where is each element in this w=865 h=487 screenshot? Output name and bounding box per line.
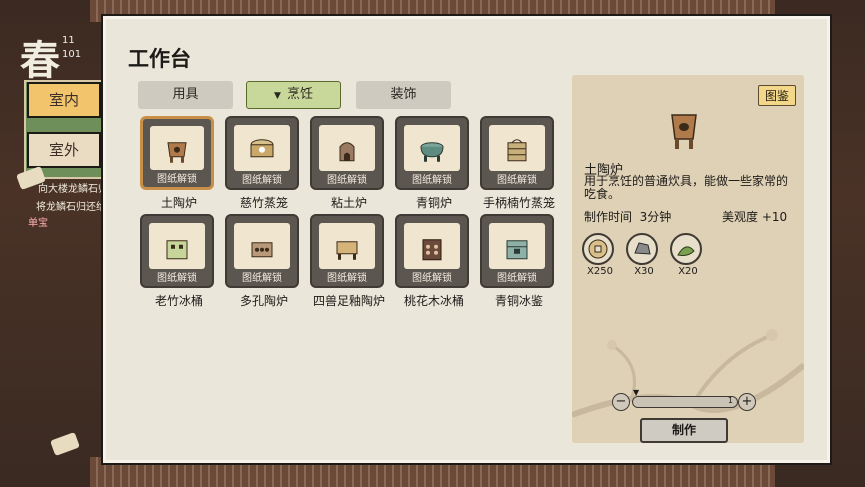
quest-line: 将龙鳞石归还给: [36, 202, 106, 213]
item-card[interactable]: 图纸解锁: [480, 214, 554, 288]
blueprint-caption: 图纸解锁: [412, 273, 452, 284]
quest-tag: 单宝: [28, 218, 48, 229]
bamboo-ice-bucket-icon: [166, 240, 188, 260]
material-herb[interactable]: X20: [670, 233, 706, 277]
item-name: 多孔陶炉: [239, 294, 288, 308]
location-outdoor-button[interactable]: 室外: [27, 132, 101, 168]
quantity-slider[interactable]: 1: [632, 396, 738, 408]
item-name: 手柄楠竹蒸笼: [482, 196, 555, 210]
item-porous-stove[interactable]: 图纸解锁 多孔陶炉: [225, 214, 303, 309]
item-four-beast-stove[interactable]: 图纸解锁 四兽足釉陶炉: [310, 214, 388, 309]
blueprint-caption: 图纸解锁: [327, 175, 367, 186]
blueprint-caption: 图纸解锁: [157, 174, 197, 185]
item-card[interactable]: 图纸解锁: [225, 116, 299, 190]
blueprint-caption: 图纸解锁: [497, 175, 537, 186]
craft-time: 制作时间 3分钟: [584, 208, 671, 225]
item-card[interactable]: 图纸解锁: [395, 214, 469, 288]
item-name: 土陶炉: [160, 196, 197, 210]
chevron-down-icon: ▼: [274, 91, 281, 101]
item-card[interactable]: 图纸解锁: [225, 214, 299, 288]
detail-panel: 图鉴 土陶炉 用于烹饪的普通炊具，能做一些家常的吃食。 制作时间 3分钟 美观度…: [572, 75, 804, 443]
item-name: 四兽足釉陶炉: [312, 294, 385, 308]
tab-label: 烹饪: [286, 87, 313, 102]
clay-stove-icon: [671, 114, 697, 149]
craft-time-value: 3分钟: [639, 210, 672, 224]
item-name: 青铜炉: [415, 196, 452, 210]
beauty-value: +10: [761, 210, 788, 224]
make-button[interactable]: 制作: [640, 418, 728, 443]
quantity-value: 1: [727, 396, 733, 405]
coin-icon: [582, 233, 614, 265]
minus-icon[interactable]: −: [612, 393, 630, 411]
bronze-ice-chest-icon: [506, 240, 528, 260]
stat-bottom: 101: [62, 49, 82, 60]
detail-description: 用于烹饪的普通炊具，能做一些家常的吃食。: [584, 174, 789, 201]
item-card[interactable]: 图纸解锁: [395, 116, 469, 190]
plus-icon[interactable]: +: [738, 393, 756, 411]
craft-time-label: 制作时间: [584, 210, 633, 224]
beauty-label: 美观度: [722, 210, 759, 224]
player-stats: 11 101: [62, 34, 81, 62]
workbench-window: 工作台 用具 ▼ 烹饪 装饰 图纸解锁 土陶炉 图纸解锁 慈竹蒸笼 图纸解锁 粘…: [101, 14, 832, 465]
blueprint-caption: 图纸解锁: [157, 273, 197, 284]
clay-stove-icon: [167, 142, 187, 163]
item-name: 老竹冰桶: [154, 294, 203, 308]
item-clay-stove[interactable]: 图纸解锁 土陶炉: [140, 116, 218, 211]
beauty-stat: 美观度 +10: [722, 208, 787, 225]
tab-decoration[interactable]: 装饰: [356, 81, 451, 109]
stone-icon: [626, 233, 658, 265]
tab-label: 用具: [172, 87, 199, 102]
blueprint-caption: 图纸解锁: [327, 273, 367, 284]
season-label: 春: [20, 37, 60, 84]
item-bamboo-ice-bucket[interactable]: 图纸解锁 老竹冰桶: [140, 214, 218, 309]
blueprint-caption: 图纸解锁: [412, 175, 452, 186]
material-coin[interactable]: X250: [582, 233, 618, 277]
tab-tools[interactable]: 用具: [138, 81, 233, 109]
quantity-stepper[interactable]: − ▼ 1 +: [612, 388, 790, 412]
item-name: 粘土炉: [330, 196, 367, 210]
bronze-stove-icon: [420, 142, 444, 162]
porous-stove-icon: [251, 242, 273, 258]
item-bamboo-steamer[interactable]: 图纸解锁 慈竹蒸笼: [225, 116, 303, 211]
plum-branch-decoration: [572, 329, 804, 418]
item-card[interactable]: 图纸解锁: [310, 116, 384, 190]
blueprint-caption: 图纸解锁: [497, 273, 537, 284]
item-card[interactable]: 图纸解锁: [140, 116, 214, 190]
herb-icon: [670, 233, 702, 265]
catalog-button[interactable]: 图鉴: [757, 85, 796, 106]
material-stone[interactable]: X30: [626, 233, 662, 277]
material-count: X250: [587, 266, 613, 277]
item-name: 青铜冰鉴: [494, 294, 543, 308]
item-bronze-ice-chest[interactable]: 图纸解锁 青铜冰鉴: [480, 214, 558, 309]
item-card[interactable]: 图纸解锁: [480, 116, 554, 190]
item-name: 慈竹蒸笼: [239, 196, 288, 210]
stat-top: 11: [62, 35, 75, 46]
peach-ice-bucket-icon: [422, 239, 442, 261]
window-title: 工作台: [128, 47, 191, 71]
item-handled-steamer[interactable]: 图纸解锁 手柄楠竹蒸笼: [480, 116, 558, 211]
material-count: X30: [634, 266, 654, 277]
item-card[interactable]: 图纸解锁: [140, 214, 214, 288]
blueprint-caption: 图纸解锁: [242, 175, 282, 186]
four-beast-stove-icon: [336, 241, 358, 260]
item-clay-furnace[interactable]: 图纸解锁 粘土炉: [310, 116, 388, 211]
item-peach-ice-bucket[interactable]: 图纸解锁 桃花木冰桶: [395, 214, 473, 309]
item-bronze-stove[interactable]: 图纸解锁 青铜炉: [395, 116, 473, 211]
tab-label: 装饰: [390, 87, 417, 102]
material-count: X20: [678, 266, 698, 277]
item-name: 桃花木冰桶: [403, 294, 464, 308]
bamboo-steamer-icon: [250, 139, 274, 158]
handled-steamer-icon: [507, 139, 527, 162]
item-card[interactable]: 图纸解锁: [310, 214, 384, 288]
blueprint-caption: 图纸解锁: [242, 273, 282, 284]
tab-cooking[interactable]: ▼ 烹饪: [246, 81, 341, 109]
clay-furnace-icon: [339, 142, 355, 162]
location-indoor-button[interactable]: 室内: [27, 82, 101, 118]
